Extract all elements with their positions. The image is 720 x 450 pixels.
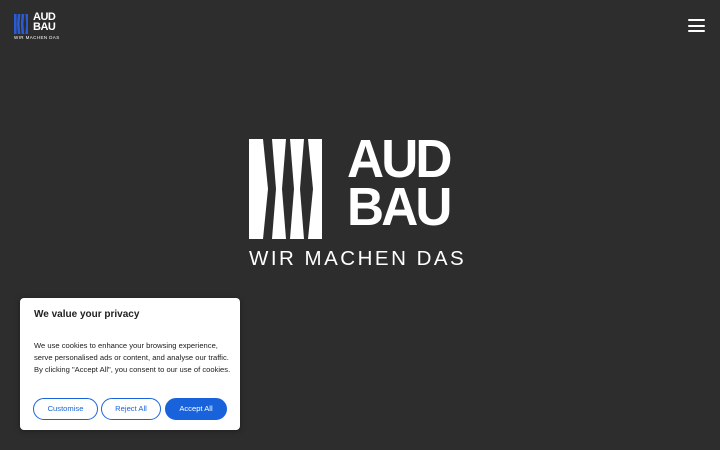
- page: AUD BAU WIR MACHEN DAS AUD BAU WIR MACHE…: [0, 0, 720, 450]
- hamburger-icon-line: [688, 19, 705, 21]
- logo-bars-icon: [14, 14, 28, 34]
- hero-logo-word: AUD BAU: [347, 129, 452, 237]
- header-logo-word: AUD BAU: [33, 11, 56, 33]
- hero-logo: AUD BAU WIR MACHEN DAS: [249, 132, 473, 273]
- customise-button[interactable]: Customise: [33, 398, 98, 420]
- hamburger-icon-line: [688, 30, 705, 32]
- reject-all-button[interactable]: Reject All: [101, 398, 161, 420]
- cookie-title: We value your privacy: [34, 309, 140, 320]
- header-logo[interactable]: AUD BAU WIR MACHEN DAS: [14, 11, 60, 40]
- hero-logo-tagline: WIR MACHEN DAS: [249, 247, 467, 270]
- hamburger-menu-button[interactable]: [688, 19, 706, 33]
- accept-all-button[interactable]: Accept All: [165, 398, 227, 420]
- cookie-description: We use cookies to enhance your browsing …: [34, 341, 231, 374]
- hamburger-icon-line: [688, 24, 705, 27]
- cookie-consent-dialog: We value your privacy We use cookies to …: [20, 298, 240, 430]
- hero-logo-bars-icon: [249, 139, 322, 239]
- header-logo-tagline: WIR MACHEN DAS: [14, 35, 60, 40]
